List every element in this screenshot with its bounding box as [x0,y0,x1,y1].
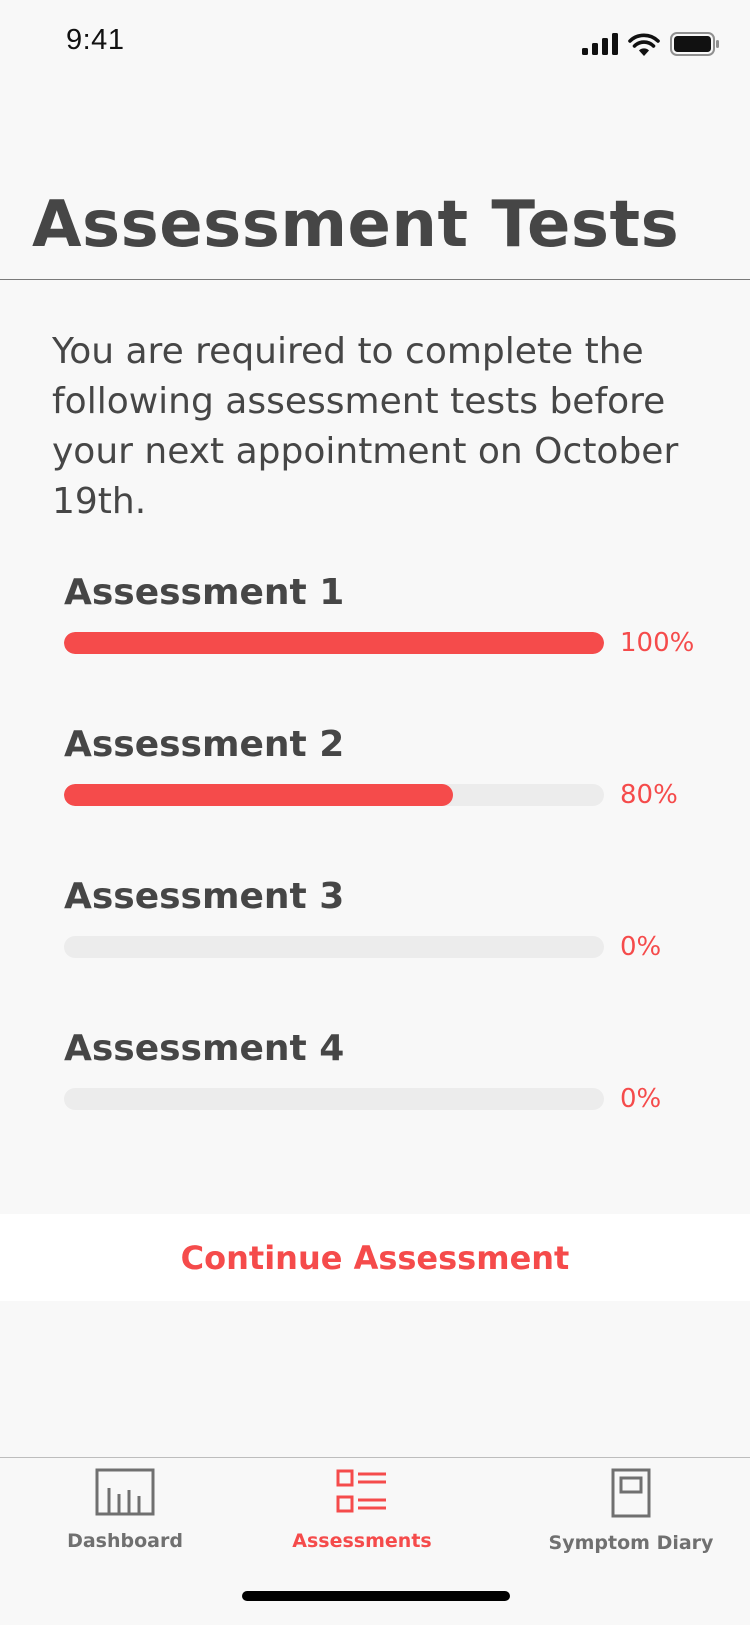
title-divider [0,279,750,280]
progress-track [64,936,604,958]
assessment-name: Assessment 3 [64,876,345,917]
assessment-list: Assessment 1 100% Assessment 2 80% Asses… [64,572,724,1180]
progress-percent: 100% [620,628,695,658]
intro-text: You are required to complete the followi… [52,331,679,522]
progress-track [64,784,604,806]
continue-assessment-label: Continue Assessment [180,1238,570,1277]
assessment-name: Assessment 2 [64,724,345,765]
cellular-signal-icon [582,33,618,55]
status-icons [582,32,720,56]
checklist-icon [336,1469,386,1513]
status-bar: 9:41 [0,0,750,88]
assessment-item[interactable]: Assessment 2 80% [64,724,724,876]
battery-icon [670,32,719,56]
book-icon [611,1468,651,1518]
home-indicator [242,1591,510,1601]
progress-fill [64,632,604,654]
assessment-item[interactable]: Assessment 1 100% [64,572,724,724]
assessment-item[interactable]: Assessment 4 0% [64,1028,724,1180]
progress-track [64,632,604,654]
assessment-name: Assessment 1 [64,572,345,613]
progress-track [64,1088,604,1110]
tab-label-dashboard: Dashboard [67,1530,183,1552]
status-time: 9:41 [66,24,125,56]
tab-dashboard[interactable]: Dashboard [0,1468,250,1552]
progress-fill [64,784,453,806]
continue-assessment-button[interactable]: Continue Assessment [0,1214,750,1301]
wifi-icon [628,33,660,56]
progress-percent: 0% [620,932,662,962]
assessment-item[interactable]: Assessment 3 0% [64,876,724,1028]
progress-percent: 80% [620,780,678,810]
tab-symptom-diary[interactable]: Symptom Diary [506,1468,750,1554]
tab-assessments[interactable]: Assessments [237,1468,487,1552]
tab-label-assessments: Assessments [292,1530,432,1552]
bar-chart-icon [95,1468,155,1516]
progress-percent: 0% [620,1084,662,1114]
page-title: Assessment Tests [32,188,680,262]
assessment-name: Assessment 4 [64,1028,345,1069]
tab-label-symptom-diary: Symptom Diary [548,1532,714,1554]
